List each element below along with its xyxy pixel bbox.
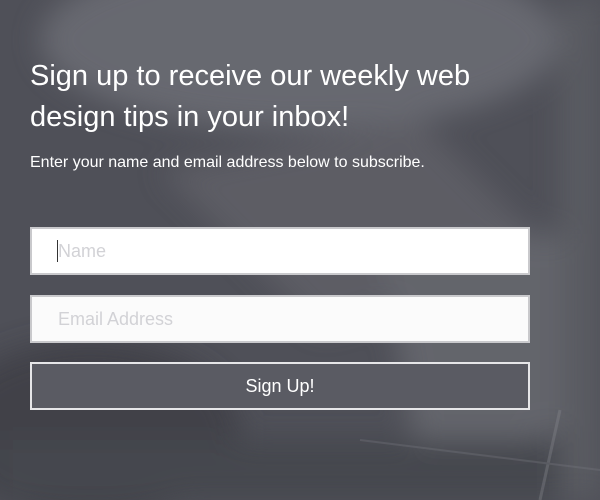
- signup-subtext: Enter your name and email address below …: [30, 154, 425, 171]
- sign-up-button[interactable]: Sign Up!: [30, 362, 530, 410]
- signup-panel: Sign up to receive our weekly web design…: [0, 0, 600, 500]
- email-input[interactable]: [30, 295, 530, 343]
- name-input[interactable]: [30, 227, 530, 275]
- signup-headline: Sign up to receive our weekly web design…: [30, 60, 471, 133]
- text-cursor: [57, 240, 58, 262]
